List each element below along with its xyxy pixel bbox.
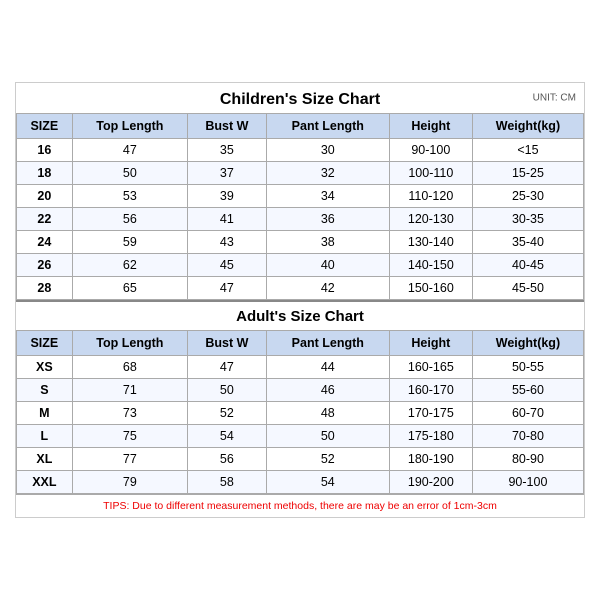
adult-col-top-length: Top Length — [72, 331, 187, 356]
adult-col-height: Height — [389, 331, 472, 356]
children-col-bust-w: Bust W — [187, 114, 266, 139]
table-row: XS684744160-16550-55 — [17, 356, 584, 379]
table-row: 18503732100-11015-25 — [17, 162, 584, 185]
table-row: 20533934110-12025-30 — [17, 185, 584, 208]
children-chart-title-row: Children's Size Chart UNIT: CM — [16, 83, 584, 113]
table-row: M735248170-17560-70 — [17, 402, 584, 425]
tips-text: TIPS: Due to different measurement metho… — [103, 500, 497, 512]
table-row: S715046160-17055-60 — [17, 379, 584, 402]
children-col-height: Height — [389, 114, 472, 139]
adult-col-bust-w: Bust W — [187, 331, 266, 356]
adult-col-pant-length: Pant Length — [266, 331, 389, 356]
table-row: 26624540140-15040-45 — [17, 254, 584, 277]
adult-chart-title-row: Adult's Size Chart — [16, 300, 584, 330]
table-row: 1647353090-100<15 — [17, 139, 584, 162]
children-size-table: SIZE Top Length Bust W Pant Length Heigh… — [16, 113, 584, 300]
adult-col-weight: Weight(kg) — [472, 331, 583, 356]
children-col-top-length: Top Length — [72, 114, 187, 139]
adult-size-table: SIZE Top Length Bust W Pant Length Heigh… — [16, 330, 584, 494]
adult-chart-title: Adult's Size Chart — [236, 308, 364, 325]
tips-row: TIPS: Due to different measurement metho… — [16, 494, 584, 517]
children-col-pant-length: Pant Length — [266, 114, 389, 139]
children-header-row: SIZE Top Length Bust W Pant Length Heigh… — [17, 114, 584, 139]
table-row: XXL795854190-20090-100 — [17, 471, 584, 494]
unit-label: UNIT: CM — [533, 93, 576, 104]
table-row: 28654742150-16045-50 — [17, 277, 584, 300]
children-chart-title: Children's Size Chart — [220, 91, 380, 109]
children-col-size: SIZE — [17, 114, 73, 139]
table-row: L755450175-18070-80 — [17, 425, 584, 448]
children-table-body: 1647353090-100<1518503732100-11015-25205… — [17, 139, 584, 300]
adult-table-body: XS684744160-16550-55S715046160-17055-60M… — [17, 356, 584, 494]
children-col-weight: Weight(kg) — [472, 114, 583, 139]
size-chart-container: Children's Size Chart UNIT: CM SIZE Top … — [15, 82, 585, 518]
adult-header-row: SIZE Top Length Bust W Pant Length Heigh… — [17, 331, 584, 356]
table-row: XL775652180-19080-90 — [17, 448, 584, 471]
adult-col-size: SIZE — [17, 331, 73, 356]
table-row: 22564136120-13030-35 — [17, 208, 584, 231]
table-row: 24594338130-14035-40 — [17, 231, 584, 254]
